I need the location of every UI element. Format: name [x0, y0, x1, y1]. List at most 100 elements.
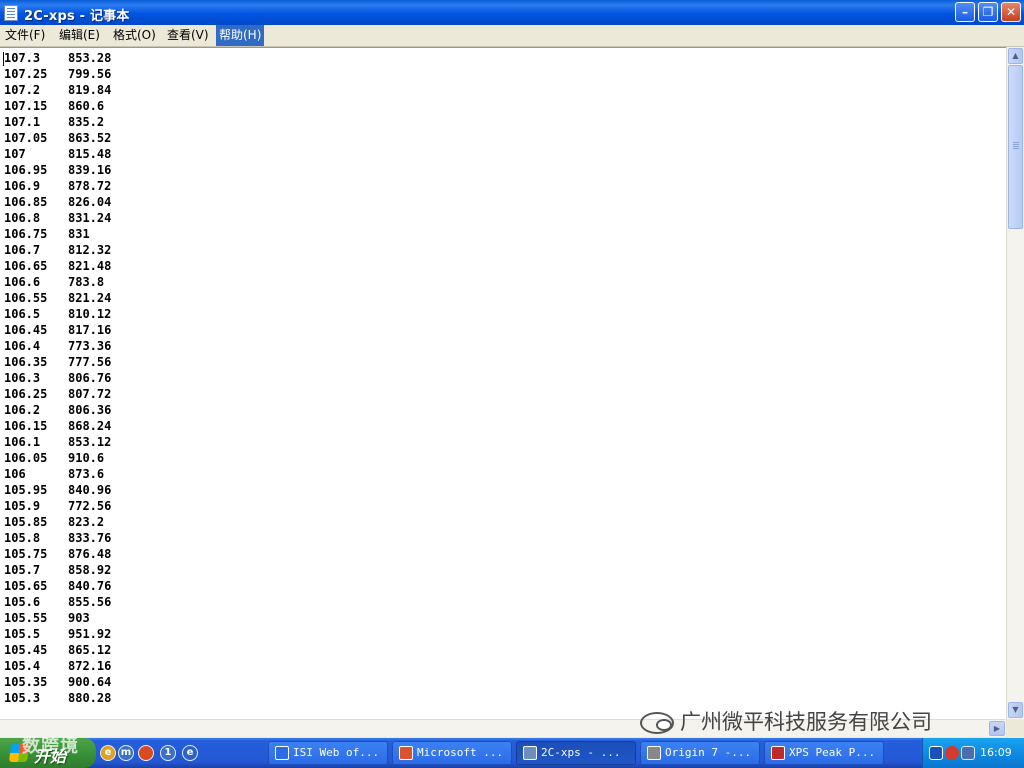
text-line: 106.75 831: [4, 226, 111, 242]
binding-energy-value: 106.3: [4, 371, 41, 385]
taskbar-button[interactable]: Origin 7 -...: [640, 741, 760, 765]
intensity-value: 826.04: [68, 195, 112, 209]
taskbar-button[interactable]: ISI Web of...: [268, 741, 388, 765]
binding-energy-value: 105.95: [4, 483, 48, 497]
intensity-value: 858.92: [68, 563, 112, 577]
text-line: 106.3 806.76: [4, 370, 111, 386]
menu-file[interactable]: 文件(F): [2, 25, 48, 46]
binding-energy-value: 106.05: [4, 451, 48, 465]
tray-antivirus-icon[interactable]: [945, 746, 959, 760]
binding-energy-value: 105.9: [4, 499, 41, 513]
binding-energy-value: 106.85: [4, 195, 48, 209]
binding-energy-value: 106.9: [4, 179, 41, 193]
watermark-text: 广州微平科技服务有限公司: [680, 710, 932, 734]
binding-energy-value: 105.5: [4, 627, 41, 641]
text-line: 105.45 865.12: [4, 642, 111, 658]
intensity-value: 840.76: [68, 579, 112, 593]
intensity-value: 839.16: [68, 163, 112, 177]
taskbar-button[interactable]: 2C-xps - ...: [516, 741, 636, 765]
intensity-value: 910.6: [68, 451, 105, 465]
menu-view[interactable]: 查看(V): [164, 25, 212, 46]
binding-energy-value: 106.75: [4, 227, 48, 241]
binding-energy-value: 105.3: [4, 691, 41, 705]
task-app-icon: [523, 746, 537, 760]
binding-energy-value: 105.4: [4, 659, 41, 673]
restore-button[interactable]: ❐: [978, 2, 998, 22]
binding-energy-value: 105.75: [4, 547, 48, 561]
binding-energy-value: 107.05: [4, 131, 48, 145]
taskbar-button[interactable]: XPS Peak P...: [764, 741, 884, 765]
binding-energy-value: 105.7: [4, 563, 41, 577]
quick-launch-icon[interactable]: 1: [160, 745, 176, 761]
binding-energy-value: 106.35: [4, 355, 48, 369]
scroll-down-button[interactable]: ▼: [1008, 702, 1023, 718]
text-line: 106.25 807.72: [4, 386, 111, 402]
intensity-value: 821.24: [68, 291, 112, 305]
quick-launch-icon[interactable]: e: [100, 745, 116, 761]
quick-launch-icon[interactable]: [138, 745, 154, 761]
minimize-button[interactable]: –: [955, 2, 975, 22]
text-line: 106.9 878.72: [4, 178, 111, 194]
binding-energy-value: 105.6: [4, 595, 41, 609]
binding-energy-value: 106.6: [4, 275, 41, 289]
text-content: 107.3 853.28 107.25 799.56 107.2 819.84 107.15…: [4, 50, 111, 706]
intensity-value: 831.24: [68, 211, 112, 225]
start-button[interactable]: 开始 数跨境: [0, 736, 96, 768]
menu-help[interactable]: 帮助(H): [216, 25, 265, 46]
title-bar[interactable]: 2C-xps - 记事本 – ❐ ✕: [0, 0, 1024, 25]
start-overlay-text: 数跨境: [22, 736, 79, 757]
text-editor[interactable]: 107.3 853.28 107.25 799.56 107.2 819.84 107.15…: [0, 47, 1006, 720]
binding-energy-value: 106.1: [4, 435, 41, 449]
quick-launch-icon[interactable]: m: [118, 745, 134, 761]
intensity-value: 817.16: [68, 323, 112, 337]
text-line: 105.5 951.92: [4, 626, 111, 642]
scroll-up-button[interactable]: ▲: [1008, 48, 1023, 64]
menu-format[interactable]: 格式(O): [110, 25, 159, 46]
intensity-value: 835.2: [68, 115, 105, 129]
binding-energy-value: 106.4: [4, 339, 41, 353]
intensity-value: 806.36: [68, 403, 112, 417]
scroll-right-button[interactable]: ▶: [989, 721, 1005, 736]
text-line: 106.5 810.12: [4, 306, 111, 322]
intensity-value: 855.56: [68, 595, 112, 609]
intensity-value: 868.24: [68, 419, 112, 433]
text-line: 106.6 783.8: [4, 274, 111, 290]
intensity-value: 821.48: [68, 259, 112, 273]
text-line: 106.55 821.24: [4, 290, 111, 306]
menu-edit[interactable]: 编辑(E): [56, 25, 103, 46]
binding-energy-value: 107.1: [4, 115, 41, 129]
window-title: 2C-xps - 记事本: [24, 9, 130, 24]
text-line: 107.05 863.52: [4, 130, 111, 146]
text-line: 107.2 819.84: [4, 82, 111, 98]
intensity-value: 810.12: [68, 307, 112, 321]
task-label: Origin 7 -...: [665, 746, 752, 759]
vertical-scrollbar[interactable]: ▲ ▼: [1006, 47, 1024, 719]
tray-network-icon[interactable]: [961, 746, 975, 760]
binding-energy-value: 107.15: [4, 99, 48, 113]
binding-energy-value: 106.25: [4, 387, 48, 401]
binding-energy-value: 105.65: [4, 579, 48, 593]
tray-chevron-icon[interactable]: [929, 746, 943, 760]
binding-energy-value: 105.35: [4, 675, 48, 689]
text-line: 106.05 910.6: [4, 450, 111, 466]
task-app-icon: [399, 746, 413, 760]
quick-launch-icon[interactable]: e: [182, 745, 198, 761]
text-line: 105.9 772.56: [4, 498, 111, 514]
text-line: 105.75 876.48: [4, 546, 111, 562]
taskbar-button[interactable]: Microsoft ...: [392, 741, 512, 765]
binding-energy-value: 106.15: [4, 419, 48, 433]
binding-energy-value: 106.2: [4, 403, 41, 417]
task-app-icon: [275, 746, 289, 760]
binding-energy-value: 106.65: [4, 259, 48, 273]
intensity-value: 815.48: [68, 147, 112, 161]
task-app-icon: [771, 746, 785, 760]
text-line: 105.95 840.96: [4, 482, 111, 498]
text-line: 106.65 821.48: [4, 258, 111, 274]
text-line: 106.1 853.12: [4, 434, 111, 450]
scroll-thumb[interactable]: [1008, 65, 1023, 229]
watermark: 广州微平科技服务有限公司: [640, 706, 932, 738]
clock[interactable]: 16:09: [980, 746, 1012, 759]
intensity-value: 863.52: [68, 131, 112, 145]
text-line: 105.35 900.64: [4, 674, 111, 690]
close-button[interactable]: ✕: [1001, 2, 1021, 22]
